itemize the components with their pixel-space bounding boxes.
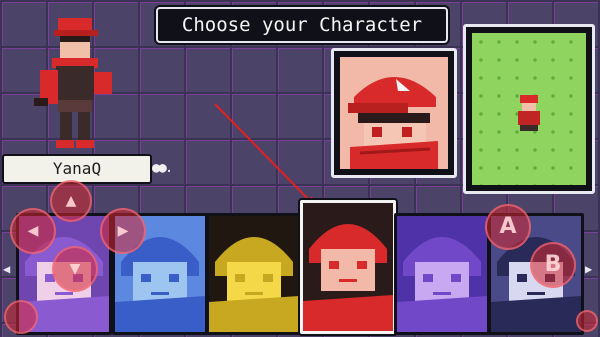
character-card-5[interactable] — [394, 213, 490, 335]
dpad-right-button[interactable]: ▶ — [100, 208, 146, 254]
character-card-4[interactable] — [300, 200, 396, 334]
menu-button[interactable] — [4, 300, 38, 334]
carousel-right-arrow[interactable]: ▶ — [585, 262, 592, 276]
b-button[interactable]: B — [530, 242, 576, 288]
character-select-screen: Choose your Character YanaQ ●●. ◀ ▶ ▲ ◀ … — [0, 0, 600, 337]
character-portrait-icon — [397, 216, 487, 332]
start-button[interactable] — [576, 310, 598, 332]
dpad-up-button[interactable]: ▲ — [50, 180, 92, 222]
character-portrait-icon — [303, 203, 393, 331]
dpad-down-button[interactable]: ▼ — [52, 246, 98, 292]
carousel-left-arrow[interactable]: ◀ — [3, 262, 10, 276]
character-portrait-icon — [209, 216, 299, 332]
a-button[interactable]: A — [485, 204, 531, 250]
dpad-left-button[interactable]: ◀ — [10, 208, 56, 254]
character-card-3[interactable] — [206, 213, 302, 335]
